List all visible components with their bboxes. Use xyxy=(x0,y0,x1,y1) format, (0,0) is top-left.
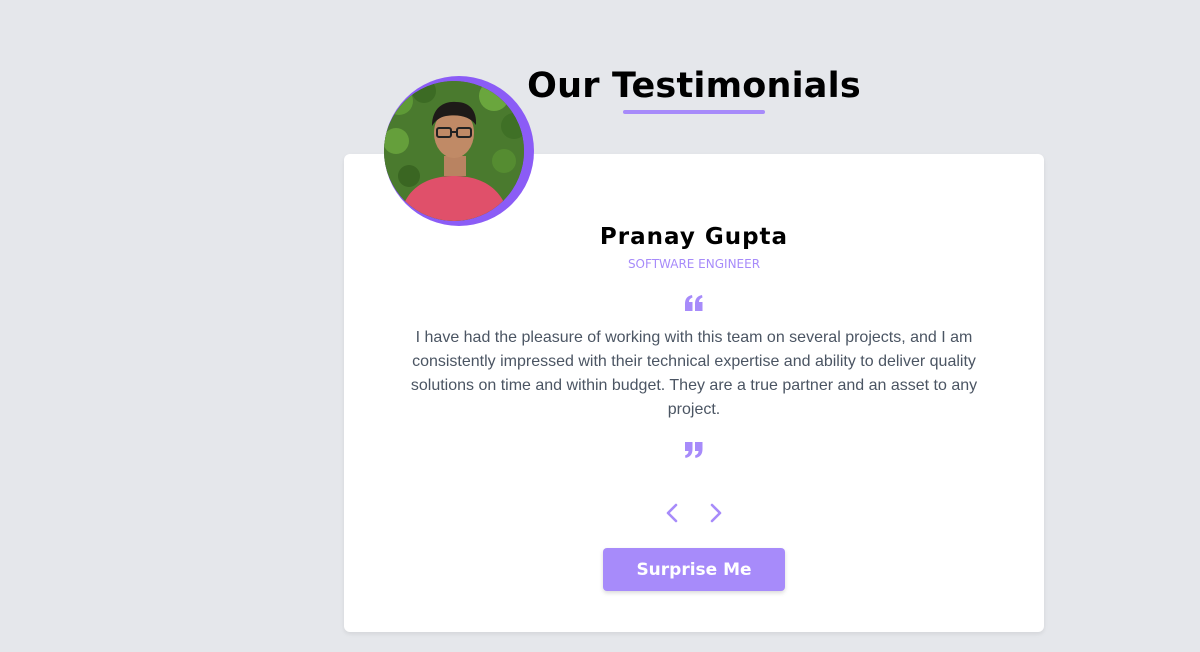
surprise-me-button[interactable]: Surprise Me xyxy=(603,548,785,591)
person-role: SOFTWARE ENGINEER xyxy=(627,257,761,271)
title-underline xyxy=(623,110,765,114)
chevron-right-icon[interactable] xyxy=(703,501,727,525)
testimonial-quote: I have had the pleasure of working with … xyxy=(410,329,978,418)
chevron-left-icon[interactable] xyxy=(661,501,685,525)
quote-close-icon xyxy=(685,442,703,458)
person-name: Pranay Gupta xyxy=(599,224,789,250)
avatar xyxy=(384,81,524,221)
quote-open-icon xyxy=(685,295,703,311)
section-title: Our Testimonials xyxy=(527,66,861,106)
avatar-photo xyxy=(384,81,524,221)
